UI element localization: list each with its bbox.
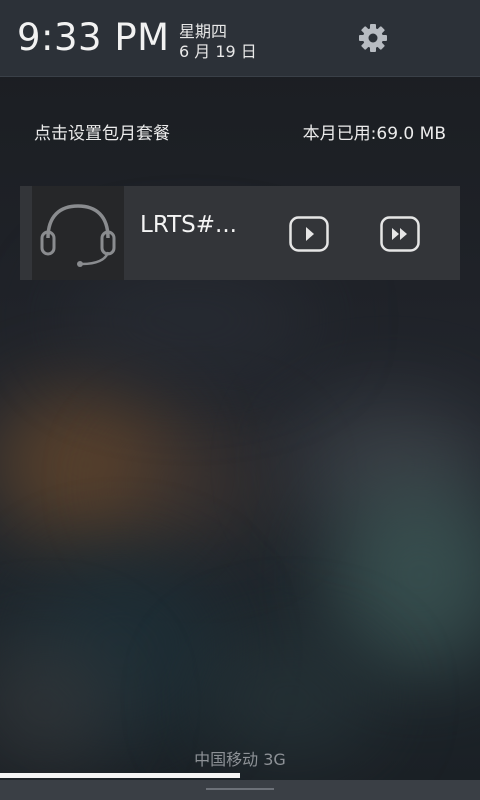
status-header: 9:33 PM 星期四 6 月 19 日 <box>0 0 480 77</box>
settings-button[interactable] <box>356 21 390 55</box>
headset-icon <box>40 204 116 267</box>
shade-progress-line <box>0 773 240 778</box>
gear-icon <box>359 24 387 52</box>
data-usage-row[interactable]: 点击设置包月套餐 本月已用:69.0 MB <box>0 110 480 150</box>
set-plan-link[interactable]: 点击设置包月套餐 <box>34 119 170 144</box>
track-title: LRTS#... <box>140 212 237 238</box>
monthly-usage: 本月已用:69.0 MB <box>302 124 446 144</box>
fast-forward-icon <box>380 216 420 252</box>
play-icon <box>289 216 329 252</box>
notification-shade: 9:33 PM 星期四 6 月 19 日 点击设置包月套餐 本月已用:69.0 … <box>0 0 480 800</box>
fast-forward-button[interactable] <box>380 216 420 252</box>
carrier-label: 中国移动 3G <box>194 750 286 769</box>
play-button[interactable] <box>289 216 329 252</box>
date: 6 月 19 日 <box>179 42 257 61</box>
drag-handle[interactable] <box>206 788 274 790</box>
shade-drag-bar[interactable] <box>0 780 480 800</box>
clock: 9:33 PM <box>17 16 170 59</box>
album-art <box>32 186 124 280</box>
media-notification[interactable]: LRTS#... <box>20 186 460 280</box>
